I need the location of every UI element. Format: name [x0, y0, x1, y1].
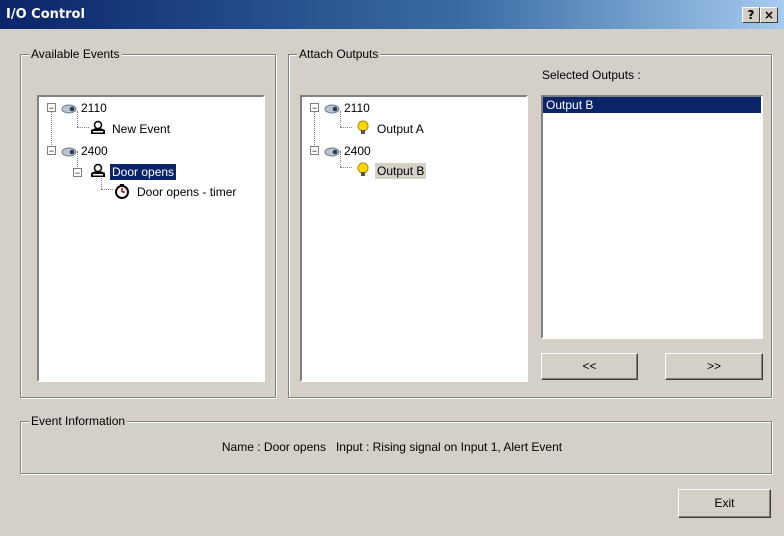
- tree-item-output-b[interactable]: Output B: [375, 163, 427, 179]
- camera-icon: [61, 147, 77, 157]
- exit-button[interactable]: Exit: [678, 489, 771, 518]
- add-output-button[interactable]: >>: [665, 353, 763, 380]
- output-tree-item-2400[interactable]: 2400: [342, 143, 373, 159]
- collapse-toggle[interactable]: −: [310, 103, 319, 113]
- event-icon: [91, 163, 105, 177]
- available-events-tree[interactable]: − 2110 New Event − 2400 − Door opens Doo…: [37, 95, 265, 382]
- tree-item-output-a[interactable]: Output A: [375, 121, 426, 137]
- camera-icon: [61, 104, 77, 114]
- help-button[interactable]: ?: [742, 7, 760, 23]
- collapse-toggle[interactable]: −: [47, 146, 56, 156]
- tree-connector: [101, 189, 113, 190]
- tree-connector: [340, 127, 352, 128]
- event-information-text: Name : Door opens Input : Rising signal …: [221, 440, 563, 454]
- bulb-icon: [357, 162, 369, 176]
- list-item[interactable]: Output B: [543, 97, 761, 113]
- window-title: I/O Control: [6, 7, 85, 22]
- tree-item-new-event[interactable]: New Event: [110, 121, 172, 137]
- camera-icon: [324, 147, 340, 157]
- tree-item-2400[interactable]: 2400: [79, 143, 110, 159]
- output-tree-item-2110[interactable]: 2110: [342, 100, 372, 116]
- tree-item-door-opens[interactable]: Door opens: [108, 163, 178, 181]
- close-button[interactable]: ×: [760, 7, 778, 23]
- event-icon: [91, 120, 105, 134]
- collapse-toggle[interactable]: −: [73, 168, 82, 178]
- available-events-legend: Available Events: [29, 46, 122, 62]
- tree-item-2110[interactable]: 2110: [79, 100, 109, 116]
- tree-connector: [340, 167, 352, 168]
- camera-icon: [324, 104, 340, 114]
- selected-outputs-label: Selected Outputs :: [542, 68, 641, 82]
- event-information-legend: Event Information: [29, 413, 128, 429]
- title-bar: I/O Control ? ×: [0, 0, 784, 29]
- collapse-toggle[interactable]: −: [47, 103, 56, 113]
- tree-connector: [51, 111, 52, 147]
- attach-outputs-legend: Attach Outputs: [297, 46, 381, 62]
- tree-connector: [314, 111, 315, 147]
- selected-outputs-list[interactable]: Output B: [541, 95, 763, 339]
- remove-output-button[interactable]: <<: [541, 353, 638, 380]
- bulb-icon: [357, 120, 369, 134]
- timer-icon: [115, 184, 129, 199]
- tree-connector: [77, 127, 89, 128]
- collapse-toggle[interactable]: −: [310, 146, 319, 156]
- tree-item-door-opens-timer[interactable]: Door opens - timer: [135, 184, 238, 200]
- outputs-tree[interactable]: − 2110 Output A − 2400 Output B: [300, 95, 528, 382]
